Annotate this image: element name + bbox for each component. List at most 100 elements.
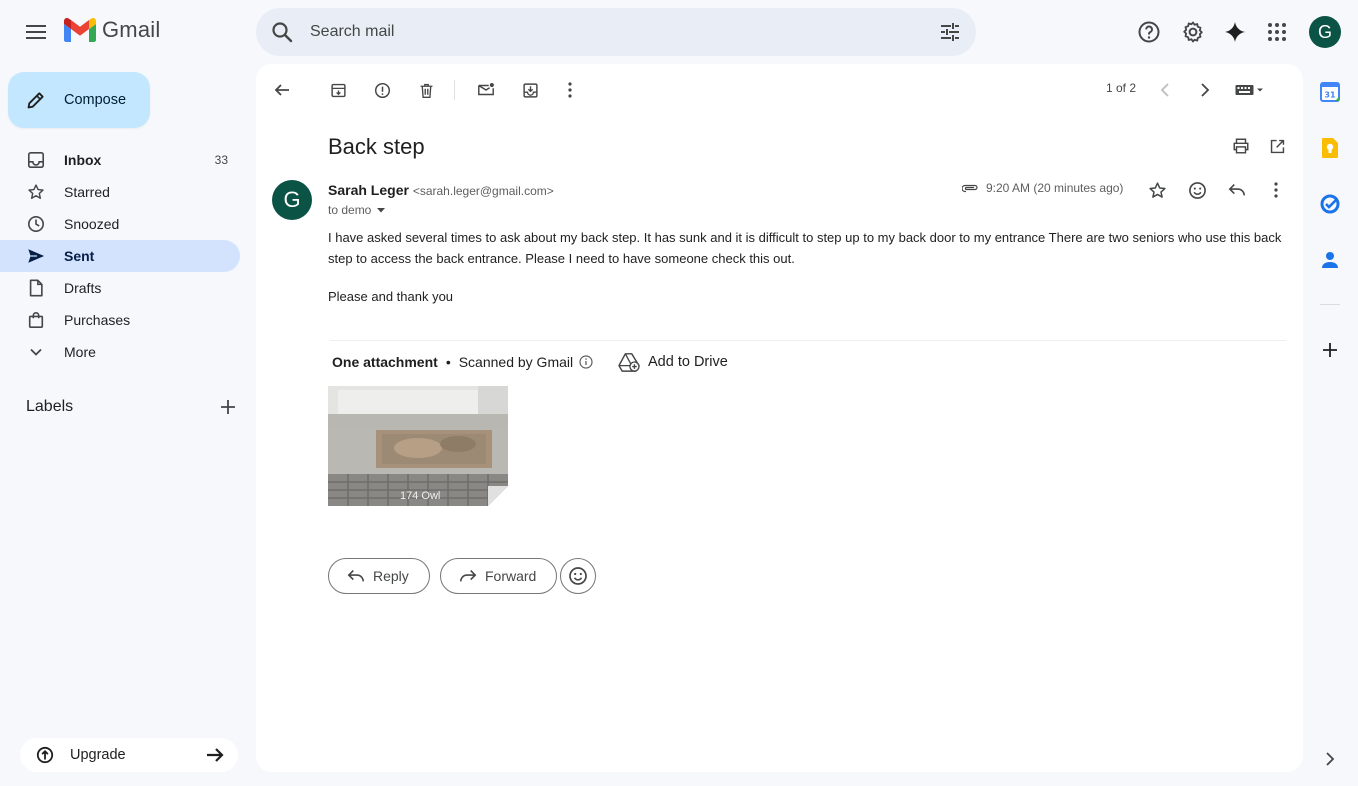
report-icon [374,82,390,98]
tasks-icon [1320,194,1340,214]
delete-button[interactable] [412,76,440,104]
more-options-button[interactable] [556,76,584,104]
sender-email: <sarah.leger@gmail.com> [412,184,554,198]
drive-add-icon [618,353,640,372]
draft-icon [29,279,43,297]
main-menu-button[interactable] [16,12,56,52]
time-text: 9:20 AM (20 minutes ago) [986,181,1124,195]
sidebar-item-label: Starred [64,184,110,200]
more-vert-icon [568,82,572,98]
newer-button[interactable] [1151,76,1179,104]
reply-icon [347,570,365,582]
app-name: Gmail [102,17,161,42]
pagination-count: 1 of 2 [1106,81,1137,95]
side-panel-divider [1320,304,1340,305]
gear-icon [1183,21,1203,43]
upgrade-button[interactable]: Upgrade [20,738,238,772]
sidebar-item-sent[interactable]: Sent [0,240,240,272]
sidebar-item-label: Sent [64,248,95,264]
contacts-icon [1322,252,1338,268]
help-button[interactable] [1129,12,1169,52]
keep-icon [1322,138,1338,158]
back-button[interactable] [268,76,296,104]
gemini-button[interactable] [1215,12,1255,52]
print-icon [1233,138,1249,154]
attachment-thumbnail[interactable]: 174 Owl [328,386,508,506]
toolbar-divider [454,80,455,100]
add-to-drive-button[interactable]: Add to Drive [618,352,728,372]
search-icon[interactable] [270,20,294,44]
email-body: I have asked several times to ask about … [328,228,1290,326]
move-to-inbox-icon [522,82,538,98]
pencil-icon [27,92,44,109]
reply-button[interactable]: Reply [328,558,430,594]
scanned-text: Scanned by Gmail [458,354,574,370]
sidebar-item-inbox[interactable]: Inbox 33 [0,144,240,176]
sidebar-item-purchases[interactable]: Purchases [0,304,240,336]
search-options-icon[interactable] [938,20,962,44]
sender-name[interactable]: Sarah Leger [328,182,409,198]
send-icon [28,249,45,263]
paperclip-icon [962,184,978,193]
show-side-panel-button[interactable] [1318,747,1342,771]
gmail-m-icon [64,18,96,42]
info-icon[interactable] [579,355,593,369]
clock-icon [27,215,45,233]
upgrade-icon [36,746,54,764]
calendar-app-button[interactable]: 31 [1318,80,1342,104]
recipient-text: to demo [328,203,372,217]
emoji-react-button[interactable] [560,558,596,594]
inbox-icon [27,151,45,169]
sidebar-item-more[interactable]: More [0,336,240,368]
forward-button[interactable]: Forward [440,558,558,594]
recipients-toggle[interactable]: to demo [328,203,387,217]
message-view: 1 of 2 Back step G Sarah Leger <sarah.le… [256,64,1303,772]
photo-preview [328,386,508,506]
keep-app-button[interactable] [1318,136,1342,160]
tasks-app-button[interactable] [1318,192,1342,216]
account-avatar[interactable]: G [1309,16,1341,48]
move-to-button[interactable] [516,76,544,104]
sender-avatar[interactable]: G [272,180,312,220]
upgrade-label: Upgrade [70,747,126,763]
mark-unread-icon [478,82,494,96]
get-addons-button[interactable] [1318,338,1342,362]
compose-button[interactable]: Compose [8,72,150,128]
sender-info: Sarah Leger <sarah.leger@gmail.com> [328,182,554,198]
message-time: 9:20 AM (20 minutes ago) [962,181,1123,195]
open-new-window-button[interactable] [1263,132,1291,160]
report-spam-button[interactable] [368,76,396,104]
search-input[interactable] [310,8,910,56]
sidebar-item-snoozed[interactable]: Snoozed [0,208,240,240]
settings-button[interactable] [1173,12,1213,52]
message-more-button[interactable] [1262,176,1290,204]
star-button[interactable] [1143,176,1171,204]
apps-button[interactable] [1257,12,1297,52]
chevron-right-icon [1326,752,1335,766]
older-button[interactable] [1191,76,1219,104]
reply-icon-button[interactable] [1223,176,1251,204]
input-tools-button[interactable] [1230,76,1270,104]
arrow-right-icon [207,748,224,762]
contacts-app-button[interactable] [1318,248,1342,272]
sidebar-nav: Inbox 33 Starred Snoozed Sent Drafts Pur… [0,144,256,368]
archive-button[interactable] [324,76,352,104]
reply-label: Reply [373,568,409,584]
chevron-right-icon [1201,83,1210,97]
compose-label: Compose [64,92,127,108]
add-reaction-button[interactable] [1183,176,1211,204]
add-label-icon[interactable] [220,399,236,415]
star-outline-icon [1148,181,1166,198]
gmail-logo[interactable]: Gmail [64,17,160,43]
sidebar-item-label: Inbox [64,152,102,168]
sidebar-item-starred[interactable]: Starred [0,176,240,208]
open-in-new-icon [1270,139,1284,153]
email-subject: Back step [328,134,425,159]
emoji-icon [569,567,587,585]
labels-title: Labels [26,398,74,415]
forward-label: Forward [485,568,537,584]
mark-unread-button[interactable] [472,76,500,104]
sidebar-item-drafts[interactable]: Drafts [0,272,240,304]
print-button[interactable] [1227,132,1255,160]
svg-text:31: 31 [1324,91,1336,100]
